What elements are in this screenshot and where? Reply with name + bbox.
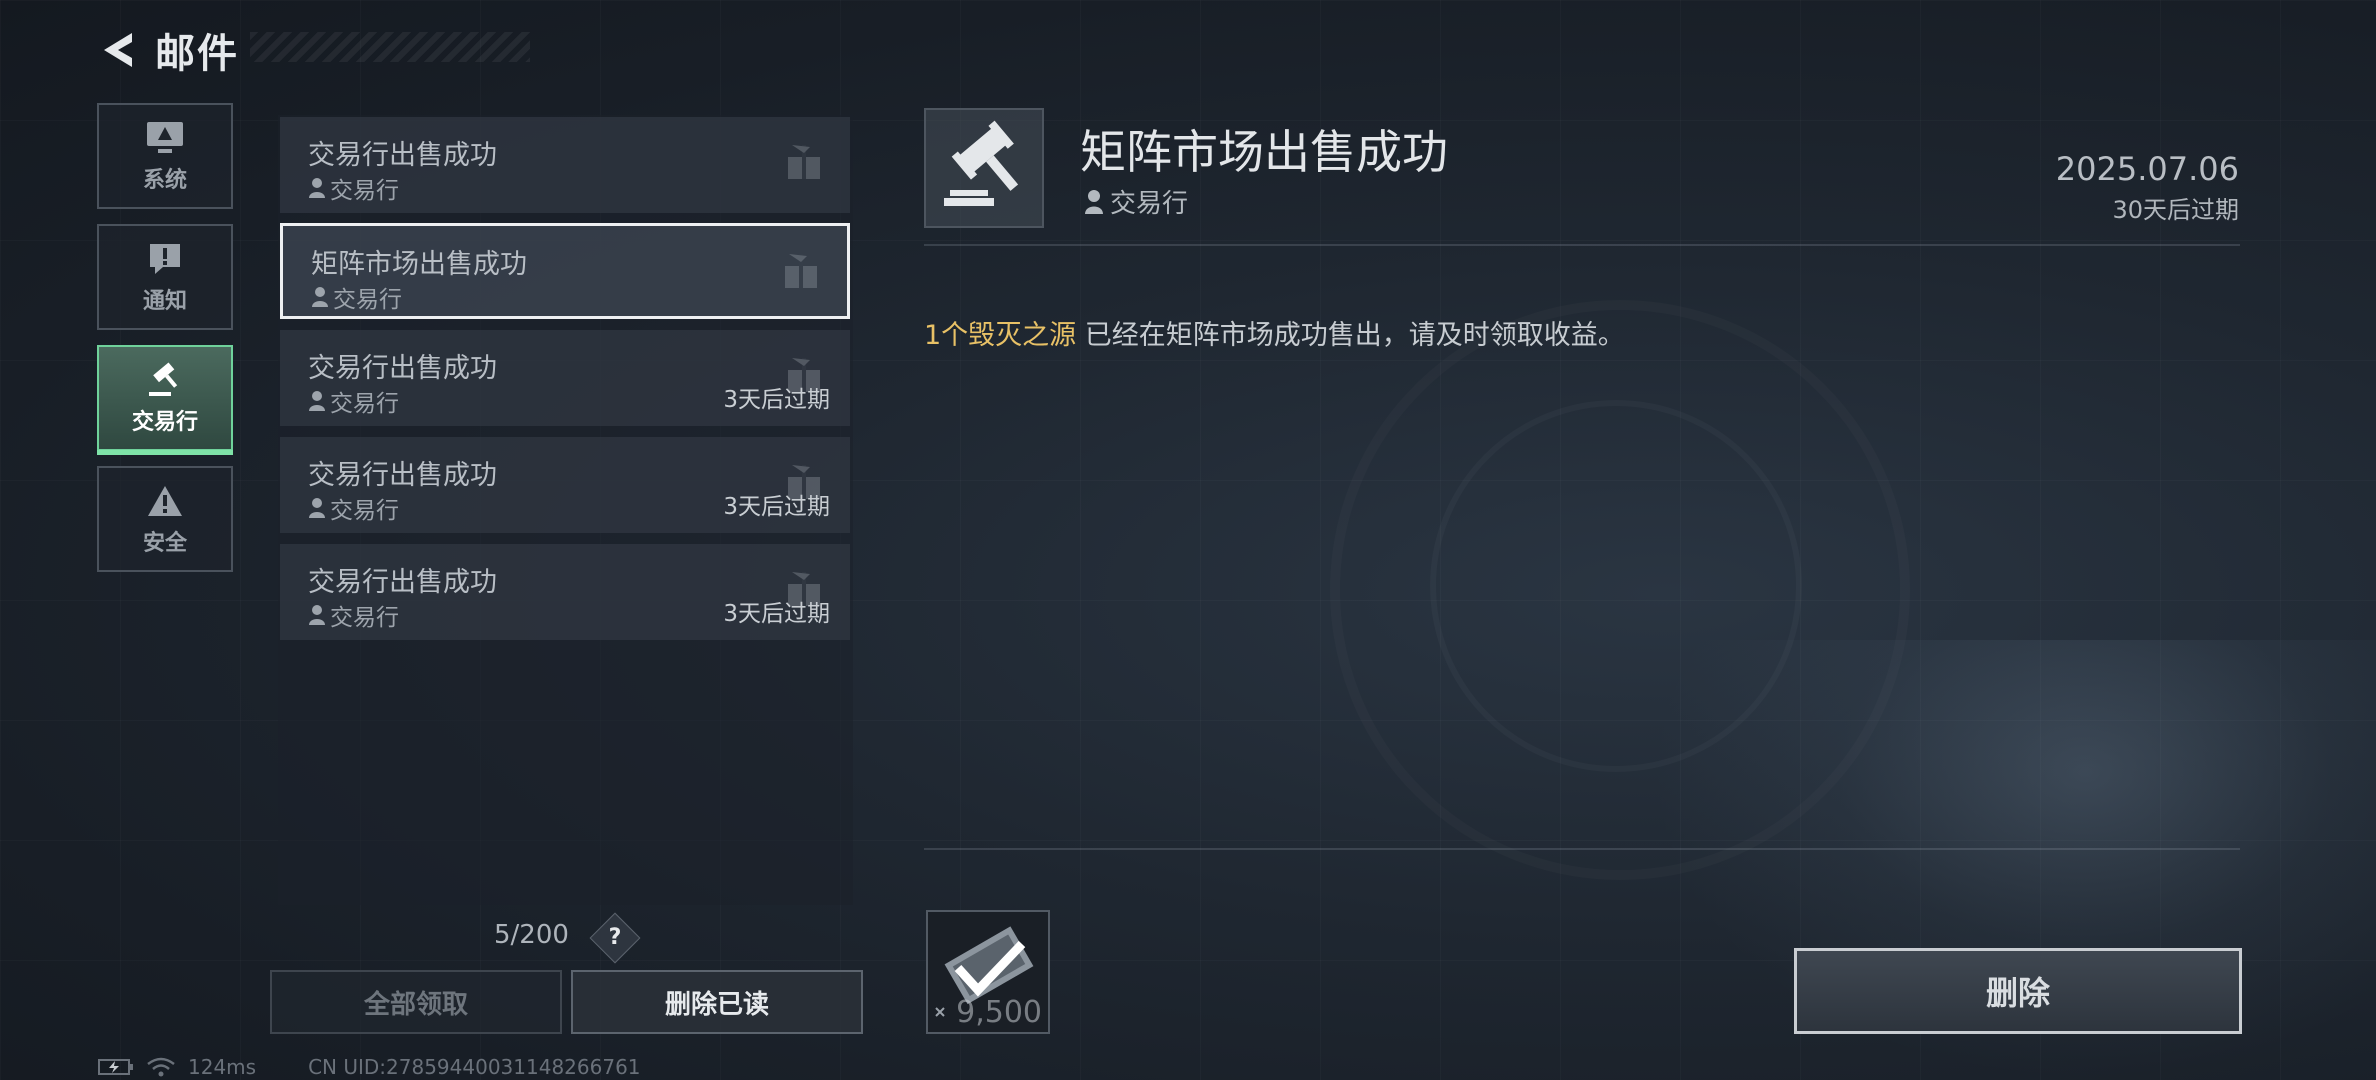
tab-label: 交易行	[131, 410, 198, 435]
mail-item[interactable]: 交易行出售成功 交易行 3天后过期	[280, 330, 850, 426]
help-button[interactable]: ?	[589, 912, 641, 964]
header: 邮件	[95, 22, 239, 78]
mail-sender-label: 交易行	[330, 605, 399, 631]
tab-label: 系统	[142, 168, 187, 193]
mail-expire-note: 30天后过期	[2112, 196, 2239, 224]
mail-date: 2025.07.06	[2055, 150, 2239, 188]
mail-detail-sender: 交易行	[1084, 183, 1188, 220]
header-stripe	[250, 32, 530, 62]
item-highlight: 1个毁灭之源	[924, 320, 1077, 351]
mail-item[interactable]: 交易行出售成功 交易行	[280, 117, 850, 213]
mail-sender: 交易行	[308, 491, 399, 525]
status-bar: 124ms CN UID:278594400311482667​61	[98, 1055, 641, 1079]
attachment-amount: 9,500	[956, 995, 1042, 1030]
gift-icon	[788, 145, 820, 179]
mail-body-text: 已经在矩阵市场成功售出，请及时领取收益。	[1076, 320, 1625, 351]
mail-sender: 交易行	[308, 598, 399, 632]
mail-expire: 3天后过期	[723, 494, 830, 520]
mail-expire: 3天后过期	[723, 387, 830, 413]
mail-sender-label: 交易行	[330, 391, 399, 417]
mail-sender-label: 交易行	[330, 178, 399, 204]
page-title: 邮件	[155, 31, 239, 77]
person-icon	[309, 391, 325, 411]
delete-read-button[interactable]: 删除已读	[571, 970, 863, 1034]
gift-icon	[785, 254, 817, 288]
mail-detail-sender-label: 交易行	[1110, 189, 1189, 219]
mail-sender: 交易行	[311, 280, 402, 314]
claim-all-button[interactable]: 全部领取	[270, 970, 562, 1034]
person-icon	[309, 178, 325, 198]
wifi-icon	[147, 1057, 175, 1077]
mail-body: 1个毁灭之源 已经在矩阵市场成功售出，请及时领取收益。	[924, 313, 1625, 352]
tab-label: 安全	[142, 531, 187, 556]
person-icon	[312, 287, 328, 307]
gavel-icon	[944, 120, 1019, 206]
warning-triangle-icon	[146, 481, 184, 521]
divider	[924, 244, 2240, 246]
mail-sender-label: 交易行	[330, 498, 399, 524]
divider	[924, 848, 2240, 850]
mail-sender-label: 交易行	[333, 287, 402, 313]
person-icon	[1085, 189, 1103, 214]
back-button[interactable]	[95, 27, 141, 73]
mail-item[interactable]: 交易行出售成功 交易行 3天后过期	[280, 544, 850, 640]
mail-expire: 3天后过期	[723, 601, 830, 627]
gavel-icon	[146, 360, 184, 400]
tab-notice[interactable]: 通知	[97, 224, 233, 330]
tab-trade[interactable]: 交易行	[97, 345, 233, 455]
tab-system[interactable]: 系统	[97, 103, 233, 209]
mail-title: 矩阵市场出售成功	[311, 249, 527, 280]
tab-security[interactable]: 安全	[97, 466, 233, 572]
mail-sender: 交易行	[308, 171, 399, 205]
person-icon	[309, 605, 325, 625]
battery-charging-icon	[98, 1059, 133, 1075]
person-icon	[309, 498, 325, 518]
monitor-icon	[146, 118, 184, 158]
alert-bubble-icon	[147, 239, 183, 279]
mail-count: 5/200	[494, 920, 569, 950]
mail-category-icon-box	[924, 108, 1044, 228]
mail-title: 交易行出售成功	[308, 140, 497, 171]
mail-title: 交易行出售成功	[308, 567, 497, 598]
mail-title: 交易行出售成功	[308, 353, 497, 384]
mail-sender: 交易行	[308, 384, 399, 418]
mail-title: 交易行出售成功	[308, 460, 497, 491]
help-icon: ?	[608, 925, 622, 950]
mail-item[interactable]: 矩阵市场出售成功 交易行	[280, 223, 850, 319]
attachment-slot[interactable]: 9,500	[926, 910, 1050, 1034]
back-arrow-icon	[104, 33, 132, 67]
mail-item[interactable]: 交易行出售成功 交易行 3天后过期	[280, 437, 850, 533]
mail-detail-title: 矩阵市场出售成功	[1080, 125, 1448, 179]
uid-label: CN UID:278594400311482667​61	[308, 1055, 641, 1079]
delete-button[interactable]: 删除	[1794, 948, 2242, 1034]
ping-label: 124ms	[188, 1055, 257, 1079]
background-emblem	[1330, 300, 1910, 880]
tab-label: 通知	[142, 289, 187, 314]
